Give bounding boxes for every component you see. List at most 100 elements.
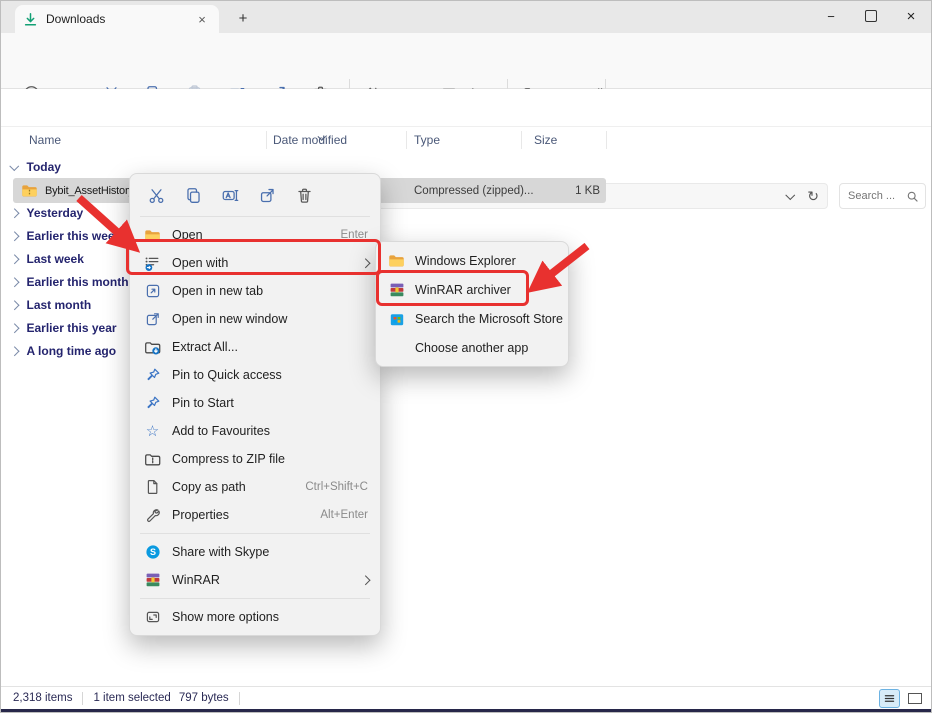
group-header-a-long-time-ago[interactable]: A long time ago — [11, 344, 116, 358]
menu-separator — [140, 598, 370, 599]
chevron-right-icon — [10, 323, 19, 332]
submenu-item-winrar-archiver[interactable]: WinRAR archiver — [376, 275, 568, 304]
column-header-name[interactable]: Name — [29, 127, 61, 153]
menu-item-show-more-options[interactable]: Show more options — [130, 603, 380, 631]
zip-folder-icon — [21, 182, 38, 199]
copy-button[interactable] — [177, 180, 209, 210]
search-input[interactable] — [846, 189, 906, 203]
status-bar: 2,318 items 1 item selected 797 bytes — [1, 686, 931, 709]
menu-separator — [140, 216, 370, 217]
minimize-button[interactable]: − — [811, 1, 851, 31]
submenu-item-choose-another-app[interactable]: Choose another app — [376, 333, 568, 362]
winrar-icon — [388, 281, 405, 298]
expand-icon — [144, 609, 161, 626]
submenu-arrow-icon — [360, 258, 369, 267]
document-icon — [144, 479, 161, 496]
chevron-right-icon — [10, 346, 19, 355]
star-icon: ☆ — [144, 423, 161, 440]
open-with-submenu: Windows Explorer WinRAR archiver Search … — [375, 241, 569, 367]
column-header-type[interactable]: Type — [414, 127, 440, 153]
details-view-button[interactable] — [879, 689, 900, 708]
file-type: Compressed (zipped)... — [414, 185, 534, 197]
menu-item-open-in-new-window[interactable]: Open in new window — [130, 305, 380, 333]
cut-button[interactable] — [140, 180, 172, 210]
extract-all-icon — [144, 339, 161, 356]
column-divider[interactable] — [406, 131, 407, 149]
tab-close-button[interactable]: × — [193, 10, 211, 28]
selection-count: 1 item selected — [93, 692, 170, 704]
submenu-item-search-microsoft-store[interactable]: Search the Microsoft Store — [376, 304, 568, 333]
column-header-date-modified[interactable]: Date modified — [273, 127, 347, 153]
download-icon — [23, 12, 38, 27]
chevron-right-icon — [10, 254, 19, 263]
folder-icon — [388, 252, 405, 269]
menu-item-open-in-new-tab[interactable]: Open in new tab — [130, 277, 380, 305]
title-bar: Downloads × + − × — [1, 1, 931, 33]
submenu-item-windows-explorer[interactable]: Windows Explorer — [376, 246, 568, 275]
column-header-size[interactable]: Size — [534, 127, 557, 153]
column-divider[interactable] — [521, 131, 522, 149]
group-header-last-month[interactable]: Last month — [11, 298, 91, 312]
new-tab-button[interactable]: + — [231, 7, 255, 29]
chevron-right-icon — [10, 300, 19, 309]
status-divider — [82, 692, 83, 705]
svg-text:S: S — [149, 547, 155, 557]
column-divider[interactable] — [606, 131, 607, 149]
thumbnail-icon — [908, 693, 922, 704]
group-header-yesterday[interactable]: Yesterday — [11, 206, 83, 220]
menu-separator — [140, 533, 370, 534]
file-name: Bybit_AssetHistory_ — [45, 185, 131, 197]
menu-item-properties[interactable]: Properties Alt+Enter — [130, 501, 380, 529]
menu-item-open[interactable]: Open Enter — [130, 221, 380, 249]
window-bottom-edge — [1, 709, 931, 712]
group-header-last-week[interactable]: Last week — [11, 252, 84, 266]
chevron-right-icon — [10, 208, 19, 217]
menu-item-open-with[interactable]: Open with — [130, 249, 380, 277]
winrar-icon — [144, 572, 161, 589]
pin-icon — [144, 367, 161, 384]
menu-item-copy-as-path[interactable]: Copy as path Ctrl+Shift+C — [130, 473, 380, 501]
context-menu: Open Enter Open with Open in new tab Ope… — [129, 173, 381, 636]
menu-item-pin-to-start[interactable]: Pin to Start — [130, 389, 380, 417]
rename-button[interactable] — [214, 180, 246, 210]
chevron-right-icon — [10, 231, 19, 240]
tab-downloads[interactable]: Downloads × — [15, 5, 219, 33]
share-button[interactable] — [251, 180, 283, 210]
menu-item-pin-to-quick-access[interactable]: Pin to Quick access — [130, 361, 380, 389]
refresh-icon[interactable]: ↻ — [807, 188, 819, 205]
group-header-earlier-this-week[interactable]: Earlier this week — [11, 229, 121, 243]
menu-item-extract-all[interactable]: Extract All... — [130, 333, 380, 361]
group-header-earlier-this-year[interactable]: Earlier this year — [11, 321, 117, 335]
command-toolbar: New Sort — [1, 33, 931, 89]
submenu-arrow-icon — [360, 575, 369, 584]
menu-item-add-to-favourites[interactable]: ☆ Add to Favourites — [130, 417, 380, 445]
navigation-bar: ← → ↑ › Downloads ↻ — [1, 89, 931, 127]
maximize-button[interactable] — [851, 1, 891, 31]
menu-item-compress-to-zip[interactable]: Compress to ZIP file — [130, 445, 380, 473]
file-size: 1 KB — [575, 185, 600, 197]
column-divider[interactable] — [266, 131, 267, 149]
group-header-earlier-this-month[interactable]: Earlier this month — [11, 275, 129, 289]
chevron-down-icon — [10, 161, 19, 170]
sort-ascending-icon — [319, 127, 325, 145]
address-dropdown-icon[interactable] — [785, 190, 794, 199]
status-divider — [239, 692, 240, 705]
tab-title: Downloads — [46, 12, 193, 26]
large-icons-view-button[interactable] — [904, 689, 925, 708]
close-button[interactable]: × — [891, 1, 931, 31]
search-box[interactable] — [839, 183, 926, 209]
search-icon — [906, 190, 919, 203]
delete-button[interactable] — [288, 180, 320, 210]
wrench-icon — [144, 507, 161, 524]
menu-item-winrar[interactable]: WinRAR — [130, 566, 380, 594]
pin-icon — [144, 395, 161, 412]
folder-icon — [144, 227, 161, 244]
zip-compress-icon — [144, 451, 161, 468]
open-new-window-icon — [144, 311, 161, 328]
group-header-today[interactable]: Today — [11, 160, 61, 174]
menu-item-share-with-skype[interactable]: S Share with Skype — [130, 538, 380, 566]
maximize-icon — [865, 10, 877, 22]
ms-store-icon — [388, 310, 405, 327]
open-new-tab-icon — [144, 283, 161, 300]
context-menu-icon-row — [130, 178, 380, 212]
